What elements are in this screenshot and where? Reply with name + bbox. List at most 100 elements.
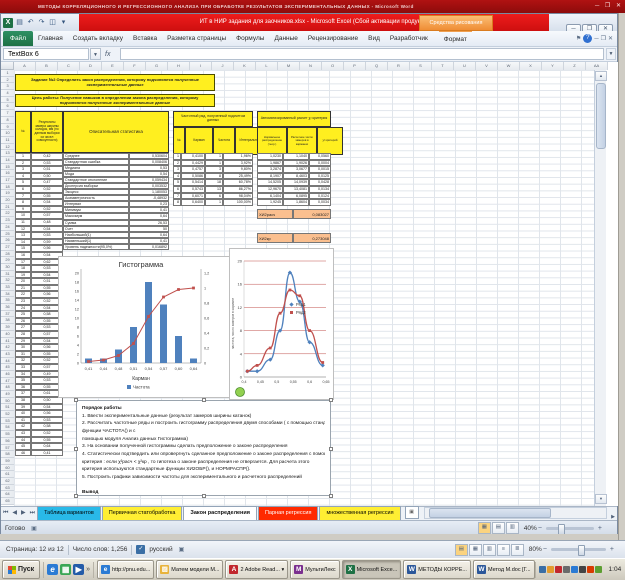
row-header-cell[interactable]: 18 xyxy=(1,184,14,191)
measure-value[interactable]: 0,54 xyxy=(31,404,63,411)
measure-value[interactable]: 0,56 xyxy=(31,245,63,252)
measure-value[interactable]: 0,48 xyxy=(31,219,63,226)
start-button[interactable]: Пуск xyxy=(2,560,40,579)
row-header-cell[interactable]: 45 xyxy=(1,364,14,371)
flag-icon[interactable]: ⚑ xyxy=(576,35,581,42)
selection-handle[interactable] xyxy=(329,494,333,498)
goal-banner[interactable]: Цель работы: Получение навыков в определ… xyxy=(15,94,215,107)
freq-cell[interactable]: 98,04% xyxy=(223,193,253,200)
chi-subheader[interactable]: Расчетное число замеров в карманах xyxy=(287,127,317,155)
help-icon[interactable]: ? xyxy=(583,34,592,43)
measure-value[interactable]: 0,42 xyxy=(31,153,63,160)
row-header-cell[interactable]: 28 xyxy=(1,251,14,258)
horizontal-scrollbar[interactable] xyxy=(424,507,608,519)
column-header-cell[interactable]: H xyxy=(168,62,190,70)
freq-cell[interactable]: 1,1040 xyxy=(283,153,309,160)
histogram-chart[interactable]: Гистограмма0246810121416182000,20,40,60,… xyxy=(58,256,233,398)
task-button[interactable]: ▨Матем модели М... xyxy=(156,560,223,579)
row-header-cell[interactable]: 20 xyxy=(1,197,14,204)
measure-num[interactable]: 26 xyxy=(15,318,31,325)
freq-cell[interactable]: 6,0895 xyxy=(283,193,309,200)
row-header-cell[interactable]: 58 xyxy=(1,451,14,458)
freq-cell[interactable]: 86,27% xyxy=(223,186,253,193)
measure-num[interactable]: 29 xyxy=(15,338,31,345)
measure-num[interactable]: 5 xyxy=(15,179,31,186)
row-header-cell[interactable]: 4 xyxy=(1,90,14,97)
row-header-cell[interactable]: 17 xyxy=(1,177,14,184)
quick-launch[interactable]: e ▦ ▶ » xyxy=(43,562,94,578)
page-layout-view-icon[interactable]: ▤ xyxy=(492,522,505,534)
freq-cell[interactable]: 14,5205 xyxy=(257,179,283,186)
selection-handle[interactable] xyxy=(74,447,78,451)
tray-icon[interactable] xyxy=(587,566,594,573)
measure-value[interactable]: 0,55 xyxy=(31,437,63,444)
measure-num[interactable]: 37 xyxy=(15,390,31,397)
freq-cell[interactable]: 25,49% xyxy=(223,173,253,180)
word-fullscreen-icon[interactable]: ▦ xyxy=(469,544,482,556)
macro-record-icon[interactable]: ▣ xyxy=(31,525,37,532)
clock[interactable]: 1:04 xyxy=(605,566,625,573)
chi-result-label[interactable]: ХИ2расч xyxy=(257,209,293,219)
freq-subheader[interactable]: Частота xyxy=(213,127,235,155)
measure-num[interactable]: 18 xyxy=(15,265,31,272)
word-print-layout-icon[interactable]: ▤ xyxy=(455,544,468,556)
ribbon-tab[interactable]: Вставка xyxy=(128,31,162,46)
header-num[interactable]: № xyxy=(15,111,31,153)
workbook-close-icon[interactable]: ✕ xyxy=(608,35,613,42)
measure-num[interactable]: 36 xyxy=(15,384,31,391)
row-header-cell[interactable]: 60 xyxy=(1,465,14,472)
word-outline-icon[interactable]: ≡ xyxy=(497,544,510,556)
name-box-dropdown-icon[interactable]: ▼ xyxy=(90,48,101,60)
word-zoom-out-icon[interactable]: − xyxy=(542,546,548,553)
measure-num[interactable]: 24 xyxy=(15,305,31,312)
measure-num[interactable]: 45 xyxy=(15,443,31,450)
row-header-cell[interactable]: 46 xyxy=(1,371,14,378)
workbook-restore-icon[interactable]: ❐ xyxy=(601,35,606,42)
task-button[interactable]: WМетод М.doc [Г... xyxy=(473,560,535,579)
measure-num[interactable]: 27 xyxy=(15,324,31,331)
measure-value[interactable]: 0,64 xyxy=(31,443,63,450)
column-headers[interactable]: ABCDEFGHIJKLMNOPQRSTUVWXYZAA xyxy=(14,62,594,70)
qat-dropdown-icon[interactable]: ▾ xyxy=(59,18,68,27)
sheet-tab-множественная-регрессия[interactable]: множественная регрессия xyxy=(319,506,400,520)
task-button[interactable]: XMicrosoft Exce... xyxy=(342,560,402,579)
measure-num[interactable]: 11 xyxy=(15,219,31,226)
freq-cell[interactable]: 0,0125 xyxy=(309,173,331,180)
row-header-cell[interactable]: 57 xyxy=(1,445,14,452)
freq-cell[interactable]: 0,0560 xyxy=(309,153,331,160)
row-header-cell[interactable]: 52 xyxy=(1,411,14,418)
ribbon-tab[interactable]: Данные xyxy=(269,31,302,46)
ribbon-tab[interactable]: Формулы xyxy=(231,31,269,46)
freq-cell[interactable]: 1 xyxy=(205,199,223,206)
measure-num[interactable]: 10 xyxy=(15,212,31,219)
procedure-textbox[interactable]: Порядок работы1. Ввести экспериментальны… xyxy=(76,400,331,496)
column-header-cell[interactable]: S xyxy=(410,62,432,70)
freq-cell[interactable]: 1,9026 xyxy=(283,160,309,167)
column-header-cell[interactable]: E xyxy=(102,62,124,70)
column-header-cell[interactable]: A xyxy=(14,62,36,70)
row-header-cell[interactable]: 7 xyxy=(1,110,14,117)
measurements-column[interactable]: 10,4220,5330,5140,5050,4760,5270,5580,54… xyxy=(15,153,63,456)
excel-app-icon[interactable]: X xyxy=(3,18,13,28)
header-stats[interactable]: Описательная статистика xyxy=(63,111,169,153)
measure-num[interactable]: 4 xyxy=(15,173,31,180)
word-page-status[interactable]: Страница: 12 из 12 xyxy=(6,546,64,553)
row-header-cell[interactable]: 19 xyxy=(1,190,14,197)
quicklaunch-overflow-icon[interactable]: » xyxy=(86,566,90,573)
measure-value[interactable]: 0,56 xyxy=(31,410,63,417)
save-icon[interactable]: ▤ xyxy=(15,18,24,27)
measure-value[interactable]: 0,52 xyxy=(31,206,63,213)
row-header-cell[interactable]: 9 xyxy=(1,124,14,131)
measure-num[interactable]: 9 xyxy=(15,206,31,213)
selection-handle[interactable] xyxy=(74,398,78,402)
column-header-cell[interactable]: Y xyxy=(542,62,564,70)
measure-num[interactable]: 38 xyxy=(15,397,31,404)
row-headers[interactable]: 1234567891011121314151617181920212223242… xyxy=(1,70,14,506)
media-player-icon[interactable]: ▶ xyxy=(73,564,84,575)
measure-num[interactable]: 32 xyxy=(15,357,31,364)
freq-subheader[interactable]: № xyxy=(173,127,185,155)
task-button[interactable]: A2 Adobe Read... ▾ xyxy=(225,560,288,579)
scroll-up-icon[interactable]: ▲ xyxy=(595,71,607,81)
distribution-line-chart[interactable]: 0481216200,40,450,50,550,60,65Ряд1Ряд2ча… xyxy=(229,248,334,400)
chi-subheader[interactable]: χ² критерий xyxy=(317,127,343,155)
